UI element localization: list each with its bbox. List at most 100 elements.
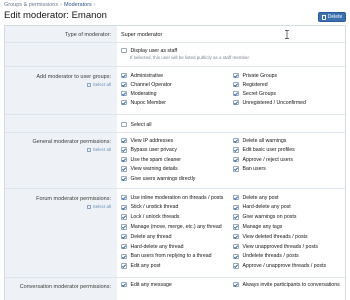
checkmark-icon[interactable] — [233, 204, 239, 211]
checkmark-icon[interactable] — [233, 90, 239, 97]
general-checkbox[interactable]: Bypass user privacy — [121, 147, 177, 154]
checkmark-icon[interactable] — [233, 147, 239, 153]
checkmark-icon[interactable] — [121, 224, 127, 230]
forum-checkbox-label: Ban users from replying to a thread — [130, 253, 212, 260]
forum-checkbox[interactable]: Approve / unapprove threads / posts — [233, 263, 326, 270]
groups-checkbox-label: Channel Operator — [130, 81, 172, 88]
checkmark-icon[interactable] — [121, 204, 127, 211]
general-checkbox[interactable]: Delete all warnings — [233, 137, 286, 144]
checkmark-icon[interactable] — [233, 72, 239, 79]
groups-checkbox[interactable]: Moderating — [121, 90, 156, 97]
conversation-checkbox[interactable]: Always invite participants to conversati… — [233, 281, 340, 288]
checkmark-icon[interactable] — [233, 194, 239, 201]
forum-checkbox[interactable]: View deleted threads / posts — [233, 233, 308, 240]
forum-checkbox[interactable]: Delete any post — [233, 194, 279, 201]
general-checkbox[interactable]: Edit basic user profiles — [233, 147, 295, 154]
checkmark-icon[interactable] — [233, 99, 239, 106]
checkmark-icon[interactable] — [121, 166, 127, 172]
forum-checkbox[interactable]: Hard-delete any thread — [121, 243, 184, 250]
checkmark-icon[interactable] — [121, 281, 127, 288]
checkmark-icon[interactable] — [121, 263, 127, 269]
checkmark-icon[interactable] — [121, 214, 127, 220]
forum-checkbox[interactable]: Hard-delete any post — [233, 204, 291, 211]
general-checkbox-label: Bypass user privacy — [130, 147, 177, 153]
delete-button[interactable]: Delete — [318, 12, 346, 22]
checkmark-icon[interactable] — [233, 243, 239, 250]
groups-checkbox-label: Private Groups — [242, 72, 278, 79]
groups-checkbox[interactable]: Administrative — [121, 72, 163, 79]
general-checkbox[interactable]: View IP addresses — [121, 137, 173, 144]
groups-checkbox[interactable]: Channel Operator — [121, 81, 172, 88]
checkmark-icon[interactable] — [121, 147, 127, 153]
breadcrumb-item-moderators[interactable]: Moderators — [64, 2, 92, 8]
checkmark-icon[interactable] — [233, 156, 239, 163]
checkmark-icon[interactable] — [233, 81, 239, 88]
checkmark-icon[interactable] — [233, 137, 239, 144]
checkmark-icon[interactable] — [121, 243, 127, 250]
checkmark-icon[interactable] — [121, 233, 127, 240]
general-checkbox[interactable]: Approve / reject users — [233, 156, 293, 163]
forum-select-all[interactable]: Select all — [86, 204, 111, 209]
general-checkbox[interactable]: View warning details — [121, 166, 178, 173]
general-checkbox[interactable]: Use the spam cleaner — [121, 156, 181, 163]
checkmark-icon[interactable] — [233, 253, 239, 260]
checkmark-icon[interactable] — [121, 253, 127, 260]
checkmark-icon[interactable] — [121, 194, 127, 201]
checkmark-icon[interactable] — [233, 233, 239, 240]
groups-checkbox[interactable]: Nupoc Member — [121, 99, 166, 106]
user-groups-select-all[interactable]: Select all — [86, 82, 111, 87]
forum-checkbox-label: Give warnings on posts — [242, 214, 297, 221]
checkmark-icon[interactable] — [121, 175, 127, 182]
checkmark-icon[interactable] — [121, 81, 127, 88]
groups-checkbox[interactable]: Secret Groups — [233, 90, 276, 97]
divider — [5, 277, 345, 278]
forum-checkbox[interactable]: Delete any thread — [121, 233, 171, 240]
general-checkbox-label: Edit basic user profiles — [242, 147, 295, 153]
forum-checkbox[interactable]: Use inline moderation on threads / posts — [121, 194, 223, 201]
groups-checkbox[interactable]: Registered — [233, 81, 268, 88]
forum-checkbox-label: Edit any post — [130, 263, 161, 270]
checkmark-icon[interactable] — [233, 263, 239, 269]
forum-checkbox[interactable]: Give warnings on posts — [233, 214, 296, 221]
checkmark-icon[interactable] — [233, 214, 239, 220]
forum-checkbox[interactable]: Manage any tags — [233, 223, 282, 230]
checkmark-icon[interactable] — [121, 72, 127, 79]
general-select-all[interactable]: Select all — [86, 147, 111, 152]
checkmark-icon[interactable] — [233, 224, 239, 230]
divider — [5, 114, 345, 115]
forum-checkbox[interactable]: Edit any post — [121, 263, 161, 270]
general-checkbox-label: Use the spam cleaner — [130, 156, 181, 163]
moderator-form: Type of moderator: Super moderator Displ… — [4, 25, 346, 300]
checkbox-box[interactable] — [121, 121, 127, 128]
general-permissions-label: General moderator permissions: — [32, 139, 111, 145]
conversation-checkbox[interactable]: Edit any message — [121, 281, 172, 288]
general-checkbox[interactable]: Give users warnings directly — [121, 175, 195, 182]
forum-checkbox[interactable]: Stick / unstick thread — [121, 204, 178, 211]
groups-checkbox[interactable]: Unregistered / Unconfirmed — [233, 99, 306, 106]
forum-checkbox[interactable]: View unapproved threads / posts — [233, 243, 318, 250]
checkmark-icon[interactable] — [121, 156, 127, 163]
display-staff-checkbox[interactable]: Display user as staff — [121, 47, 177, 54]
general-checkbox[interactable]: Ban users — [233, 166, 266, 173]
checkmark-icon[interactable] — [121, 137, 127, 144]
checkmark-icon[interactable] — [121, 99, 127, 106]
delete-button-label: Delete — [327, 14, 343, 20]
select-all-label: Select all — [92, 82, 111, 87]
display-staff-label: Display user as staff — [130, 47, 178, 54]
groups-checkbox[interactable]: Private Groups — [233, 72, 277, 79]
select-all-checkbox[interactable]: Select all — [121, 121, 152, 128]
forum-checkbox[interactable]: Undelete threads / posts — [233, 253, 299, 260]
general-checkbox-label: View warning details — [130, 166, 178, 172]
forum-permissions-label: Forum moderator permissions: — [36, 196, 111, 202]
checkmark-icon[interactable] — [121, 90, 127, 97]
forum-checkbox[interactable]: Ban users from replying to a thread — [121, 253, 212, 260]
groups-checkbox-label: Secret Groups — [242, 90, 276, 97]
forum-checkbox-label: View deleted threads / posts — [242, 233, 308, 240]
breadcrumb-item-groups[interactable]: Groups & permissions — [4, 2, 58, 8]
forum-checkbox[interactable]: Manage (move, merge, etc.) any thread — [121, 223, 222, 230]
checkmark-icon[interactable] — [233, 166, 239, 172]
forum-checkbox[interactable]: Lock / unlock threads — [121, 214, 180, 221]
checkbox-box[interactable] — [121, 47, 127, 54]
checkmark-icon[interactable] — [233, 281, 239, 288]
type-value: Super moderator — [121, 32, 163, 38]
